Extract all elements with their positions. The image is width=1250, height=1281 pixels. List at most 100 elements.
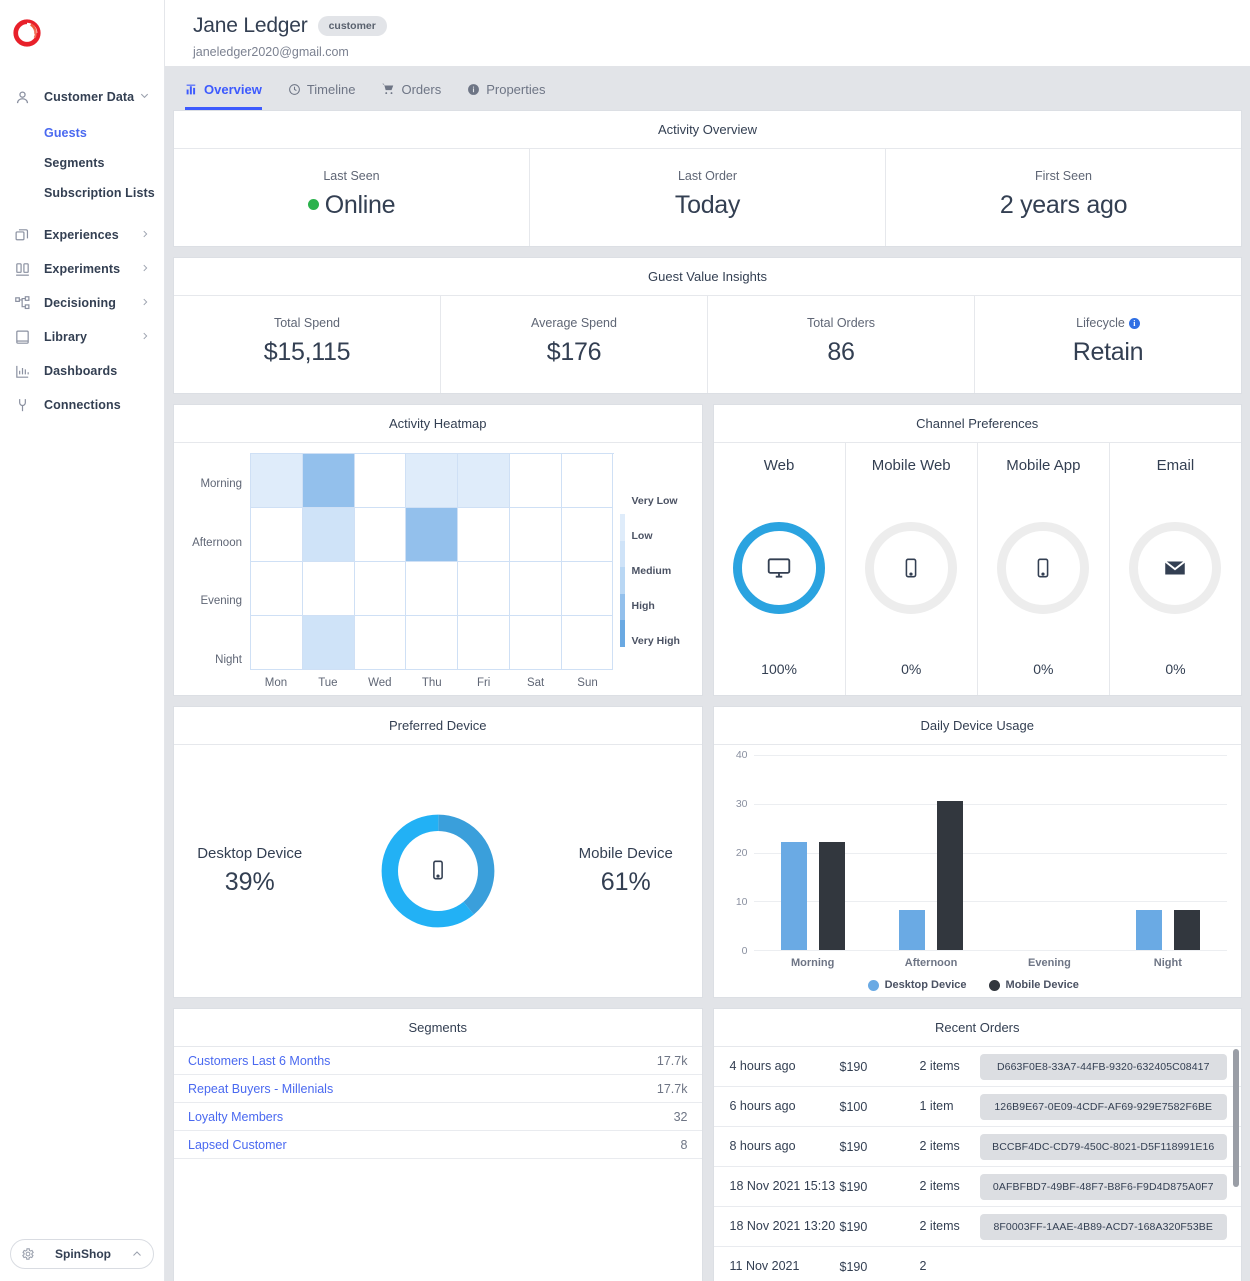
heatmap-cell[interactable] [406, 562, 459, 616]
chevron-down-icon[interactable] [139, 90, 150, 104]
heatmap-cell[interactable] [509, 616, 562, 670]
legend-item-desktop[interactable]: Desktop Device [867, 979, 967, 991]
order-id[interactable]: 0AFBFBD7-49BF-48F7-B8F6-F9D4D875A0F7 [979, 1173, 1227, 1200]
sidebar-item-guests[interactable]: Guests [44, 118, 164, 148]
order-id[interactable]: 126B9E67-0E09-4CDF-AF69-929E7582F6BE [979, 1093, 1227, 1120]
heatmap-cell[interactable] [509, 562, 562, 616]
heatmap-cell[interactable] [302, 454, 355, 508]
table-row[interactable]: 4 hours ago $190 2 items D663F0E8-33A7-44FB… [713, 1047, 1241, 1087]
sidebar-item-subscription-lists[interactable]: Subscription Lists [44, 178, 164, 208]
list-item[interactable]: Repeat Buyers - Millenials 17.7k [174, 1075, 702, 1103]
heatmap-cell[interactable] [302, 616, 355, 670]
list-item[interactable]: Customers Last 6 Months 17.7k [174, 1047, 702, 1075]
chevron-up-icon[interactable] [131, 1248, 143, 1260]
heatmap-cell[interactable] [509, 454, 562, 508]
order-amount: $190 [839, 1219, 868, 1234]
heatmap-cell[interactable] [354, 454, 407, 508]
channel-web[interactable]: Web 100% [714, 443, 846, 695]
clock-icon [288, 83, 301, 96]
order-id[interactable]: 8F0003FF-1AAE-4B89-ACD7-168A320F53BE [979, 1213, 1227, 1240]
heatmap-cell[interactable] [458, 454, 510, 508]
sidebar-item-experiments[interactable]: Experiments [0, 252, 164, 286]
stat-value: Retain [1072, 338, 1144, 366]
scrollbar-thumb[interactable] [1233, 1049, 1239, 1187]
info-icon[interactable]: i [1128, 318, 1140, 329]
bar[interactable] [1135, 909, 1162, 950]
legend-swatch [867, 979, 879, 991]
sidebar-item-experiences[interactable]: Experiences [0, 218, 164, 252]
order-id[interactable]: D663F0E8-33A7-44FB-9320-632405C08417 [979, 1053, 1227, 1080]
sidebar-item-dashboards[interactable]: Dashboards [0, 354, 164, 388]
tab-timeline[interactable]: Timeline [288, 80, 355, 110]
channel-preferences-card: Channel Preferences Web 100% Mobile Web … [712, 404, 1242, 696]
heatmap-cell[interactable] [458, 562, 510, 616]
table-row[interactable]: 18 Nov 2021 13:20 $190 2 items 8F0003FF-1AA… [713, 1207, 1241, 1247]
segment-name[interactable]: Lapsed Customer [188, 1138, 287, 1152]
heatmap-cell[interactable] [354, 508, 407, 562]
heatmap-cell[interactable] [561, 562, 614, 616]
sidebar-item-library[interactable]: Library [0, 320, 164, 354]
channel-pct: 0% [1033, 661, 1054, 677]
table-row[interactable]: 18 Nov 2021 15:13 $190 2 items 0AFBFBD7-49B… [713, 1167, 1241, 1207]
status-badge: customer [317, 16, 387, 36]
channel-email[interactable]: Email 0% [1110, 443, 1241, 695]
heatmap-cell[interactable] [406, 616, 459, 670]
sidebar-item-decisioning[interactable]: Decisioning [0, 286, 164, 320]
stat-value: 86 [827, 338, 855, 366]
table-row[interactable]: 11 Nov 2021 $190 2 [714, 1247, 1242, 1281]
chevron-right-icon[interactable] [140, 297, 150, 310]
chevron-right-icon[interactable] [140, 331, 150, 344]
chevron-right-icon[interactable] [140, 263, 150, 276]
order-id[interactable]: BCCBF4DC-CD79-450C-8021-D5F118991E16 [979, 1133, 1227, 1160]
sidebar-item-segments[interactable]: Segments [44, 148, 164, 178]
heatmap-cell[interactable] [561, 508, 614, 562]
heatmap-cell[interactable] [302, 562, 355, 616]
sidebar-nav: Customer Data Guests Segments Subscripti… [0, 66, 164, 422]
tab-properties[interactable]: Properties [467, 80, 545, 110]
heatmap-cell[interactable] [406, 508, 459, 562]
heatmap-x-tick: Wed [368, 677, 392, 689]
table-row[interactable]: 8 hours ago $190 2 items BCCBF4DC-CD79-450C… [713, 1127, 1241, 1167]
heatmap-cell[interactable] [406, 454, 459, 508]
segment-name[interactable]: Loyalty Members [188, 1110, 283, 1124]
tab-orders[interactable]: Orders [381, 80, 441, 110]
heatmap-cell[interactable] [251, 454, 303, 508]
bar[interactable] [899, 909, 926, 950]
chevron-right-icon[interactable] [140, 229, 150, 242]
workspace-switcher-button[interactable]: SpinShop [10, 1239, 154, 1269]
bar[interactable] [937, 801, 964, 950]
heatmap-cell[interactable] [561, 454, 614, 508]
channel-mobile-app[interactable]: Mobile App 0% [978, 443, 1110, 695]
heatmap-cell[interactable] [251, 562, 303, 616]
heatmap-cell[interactable] [354, 562, 407, 616]
heatmap-cell[interactable] [458, 508, 510, 562]
list-item[interactable]: Loyalty Members 32 [174, 1103, 702, 1131]
bar-group [1109, 755, 1227, 950]
segment-name[interactable]: Repeat Buyers - Millenials [188, 1082, 333, 1096]
sidebar-item-connections[interactable]: Connections [0, 388, 164, 422]
heatmap-cell[interactable] [509, 508, 562, 562]
brand-logo[interactable] [0, 0, 164, 66]
bar[interactable] [780, 841, 807, 950]
table-row[interactable]: 6 hours ago $100 1 item 126B9E67-0E09-4CDF-… [713, 1087, 1241, 1127]
heatmap-cell[interactable] [251, 616, 303, 670]
segment-name[interactable]: Customers Last 6 Months [188, 1054, 330, 1068]
order-time: 18 Nov 2021 13:20 [729, 1218, 836, 1233]
stat-label: Average Spend [531, 316, 617, 330]
legend-item-mobile[interactable]: Mobile Device [988, 979, 1079, 991]
heatmap-cell[interactable] [458, 616, 510, 670]
bar[interactable] [818, 841, 845, 950]
heatmap-cell[interactable] [561, 616, 614, 670]
device-label: Desktop Device [197, 845, 303, 862]
sidebar-item-customer-data[interactable]: Customer Data [0, 80, 164, 114]
list-item[interactable]: Lapsed Customer 8 [174, 1131, 702, 1159]
heatmap-cell[interactable] [302, 508, 355, 562]
channel-mobile-web[interactable]: Mobile Web 0% [846, 443, 978, 695]
bar[interactable] [1173, 909, 1200, 950]
heatmap-y-labels: Morning Afternoon Evening Night [182, 453, 250, 689]
heatmap-cell[interactable] [354, 616, 407, 670]
tab-overview[interactable]: Overview [185, 80, 262, 110]
branch-icon [12, 293, 32, 313]
heatmap-cell[interactable] [251, 508, 303, 562]
card-title: Activity Overview [174, 111, 1241, 149]
